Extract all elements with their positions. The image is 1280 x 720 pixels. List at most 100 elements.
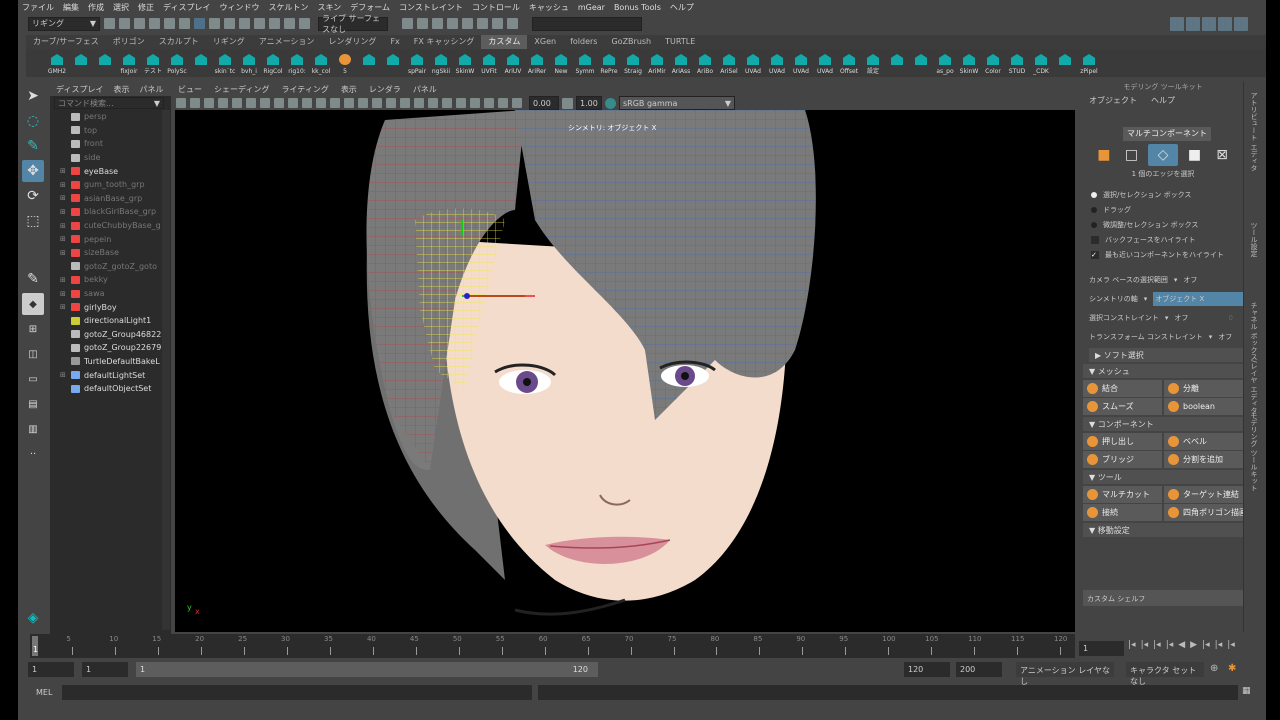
selection-radio[interactable]: 選択/セレクション ボックス <box>1091 187 1243 202</box>
use-lights-icon[interactable] <box>386 98 396 108</box>
xray-joints-icon[interactable] <box>442 98 452 108</box>
shelf-item[interactable] <box>190 51 212 77</box>
shelf-item[interactable]: AriMir <box>646 51 668 77</box>
select-tool-icon[interactable]: ➤ <box>22 85 44 107</box>
toolkit-menu-1[interactable]: ヘルプ <box>1151 95 1175 106</box>
menu-14[interactable]: Bonus Tools <box>614 3 661 12</box>
outliner-item[interactable]: ⊞ defaultLightSet <box>60 368 171 382</box>
shelf-item[interactable] <box>70 51 92 77</box>
new-scene-icon[interactable] <box>104 18 115 29</box>
component-button-2[interactable]: ブリッジ <box>1083 451 1162 468</box>
ssao-icon[interactable] <box>498 98 508 108</box>
shelf-item[interactable]: テスト <box>142 51 164 77</box>
outliner-item[interactable]: ⊞ bekky <box>60 273 171 287</box>
select-component-icon[interactable] <box>209 18 220 29</box>
snap-point-icon[interactable] <box>254 18 265 29</box>
shelf-item[interactable]: GMH2 <box>46 51 68 77</box>
ipr-render-icon[interactable] <box>417 18 428 29</box>
shelf-item[interactable] <box>358 51 380 77</box>
default-material-icon[interactable] <box>358 98 368 108</box>
four-view-layout-icon[interactable]: ⊞ <box>22 318 44 340</box>
shelf-tab[interactable]: レンダリング <box>321 35 383 49</box>
menu-15[interactable]: ヘルプ <box>670 2 694 13</box>
outliner-item[interactable]: defaultObjectSet <box>60 382 171 396</box>
safe-action-icon[interactable] <box>302 98 312 108</box>
viewport-menu-2[interactable]: ライティング <box>281 84 328 95</box>
render-frame-icon[interactable] <box>402 18 413 29</box>
open-scene-icon[interactable] <box>119 18 130 29</box>
outliner-item[interactable]: TurtleDefaultBakeL <box>60 355 171 369</box>
shelf-item[interactable]: fixJoir <box>118 51 140 77</box>
menuset-dropdown[interactable]: リギング ▼ <box>28 16 100 31</box>
smooth-shade-icon[interactable] <box>344 98 354 108</box>
tools-button-2[interactable]: 接続 <box>1083 504 1162 521</box>
undo-icon[interactable] <box>149 18 160 29</box>
ambient-occlusion-icon[interactable] <box>414 98 424 108</box>
save-scene-icon[interactable] <box>134 18 145 29</box>
outliner-item[interactable]: ⊞ girlyBoy <box>60 300 171 314</box>
expand-icon[interactable]: ⊞ <box>60 167 68 175</box>
sel-constraint-dropdown[interactable]: オフ <box>1174 313 1188 323</box>
end-time-field[interactable]: 200 <box>956 662 1002 677</box>
shelf-tab[interactable]: folders <box>563 35 604 49</box>
tools-button-3[interactable]: 四角ポリゴン描画 <box>1164 504 1243 521</box>
shelf-item[interactable]: spPair <box>406 51 428 77</box>
viewport-menu-1[interactable]: シェーディング <box>214 84 269 95</box>
sel-constraint-value[interactable]: 0 <box>1229 314 1233 322</box>
step-back-key-icon[interactable]: |◂ <box>1141 640 1149 650</box>
outliner-item[interactable]: front <box>60 137 171 151</box>
snap-grid-icon[interactable] <box>224 18 235 29</box>
expand-icon[interactable]: ⊞ <box>60 371 68 379</box>
gamma-field[interactable]: 1.00 <box>576 96 602 110</box>
gate-mask-icon[interactable] <box>274 98 284 108</box>
outliner-item[interactable]: gotoZ_gotoZ_goto <box>60 260 171 274</box>
make-live-icon[interactable] <box>284 18 295 29</box>
outliner-item[interactable]: ⊞ asianBase_grp <box>60 192 171 206</box>
current-frame-field[interactable]: 1 <box>1079 641 1124 656</box>
menu-11[interactable]: コントロール <box>472 2 520 13</box>
shelf-item[interactable] <box>94 51 116 77</box>
selection-radio[interactable]: 微調整/セレクション ボックス <box>1091 217 1243 232</box>
shelf-tab[interactable]: GoZBrush <box>604 35 658 49</box>
shelf-item[interactable]: rig10: <box>286 51 308 77</box>
shelf-tab[interactable]: Fx <box>383 35 406 49</box>
grid-icon[interactable] <box>232 98 242 108</box>
channel-box-toggle-icon[interactable] <box>1202 16 1216 31</box>
anim-layer-dropdown[interactable]: アニメーション レイヤなし <box>1016 662 1114 686</box>
character-set-dropdown[interactable]: キャラクタ セットなし <box>1126 662 1204 686</box>
last-tool-icon[interactable]: ✎ <box>22 268 44 290</box>
shelf-item[interactable]: ngSkii <box>430 51 452 77</box>
shelf-item[interactable]: AriUV <box>502 51 524 77</box>
shelf-item[interactable]: RePre <box>598 51 620 77</box>
tools-button-0[interactable]: マルチカット <box>1083 486 1162 503</box>
play-backward-icon[interactable]: ◀ <box>1178 640 1185 650</box>
radio-off-icon[interactable] <box>1091 221 1097 228</box>
snap-curve-icon[interactable] <box>239 18 250 29</box>
camera-icon[interactable] <box>176 98 186 108</box>
shelf-item[interactable] <box>382 51 404 77</box>
multi-component-button[interactable]: マルチコンポーネント <box>1123 127 1211 141</box>
shelf-item[interactable]: STUD <box>1006 51 1028 77</box>
more-layouts-icon[interactable]: ·· <box>22 443 44 465</box>
shelf-item[interactable] <box>1054 51 1076 77</box>
redo-icon[interactable] <box>164 18 175 29</box>
shelf-item[interactable]: 5 <box>334 51 356 77</box>
expand-icon[interactable]: ⊞ <box>60 208 68 216</box>
motion-blur-icon[interactable] <box>512 98 522 108</box>
outliner-layout-icon[interactable]: ▤ <box>22 393 44 415</box>
shelf-item[interactable]: UVFit <box>478 51 500 77</box>
shelf-tab[interactable]: アニメーション <box>252 35 322 49</box>
film-gate-icon[interactable] <box>246 98 256 108</box>
mel-input[interactable] <box>62 685 532 700</box>
outliner-item[interactable]: ⊞ cuteChubbyBase_g <box>60 219 171 233</box>
outliner-item[interactable]: ⊞ sizeBase <box>60 246 171 260</box>
component-section-header[interactable]: ▼ コンポーネント <box>1083 417 1243 431</box>
expand-icon[interactable]: ⊞ <box>60 303 68 311</box>
toggle-hud-icon[interactable] <box>470 98 480 108</box>
attribute-editor-toggle-icon[interactable] <box>1170 16 1184 31</box>
outliner-item[interactable]: top <box>60 124 171 138</box>
script-editor-icon[interactable]: ▦ <box>1242 686 1251 696</box>
shelf-item[interactable]: SkinW <box>454 51 476 77</box>
shelf-item[interactable]: RigCol <box>262 51 284 77</box>
tools-section-header[interactable]: ▼ ツール <box>1083 470 1243 484</box>
